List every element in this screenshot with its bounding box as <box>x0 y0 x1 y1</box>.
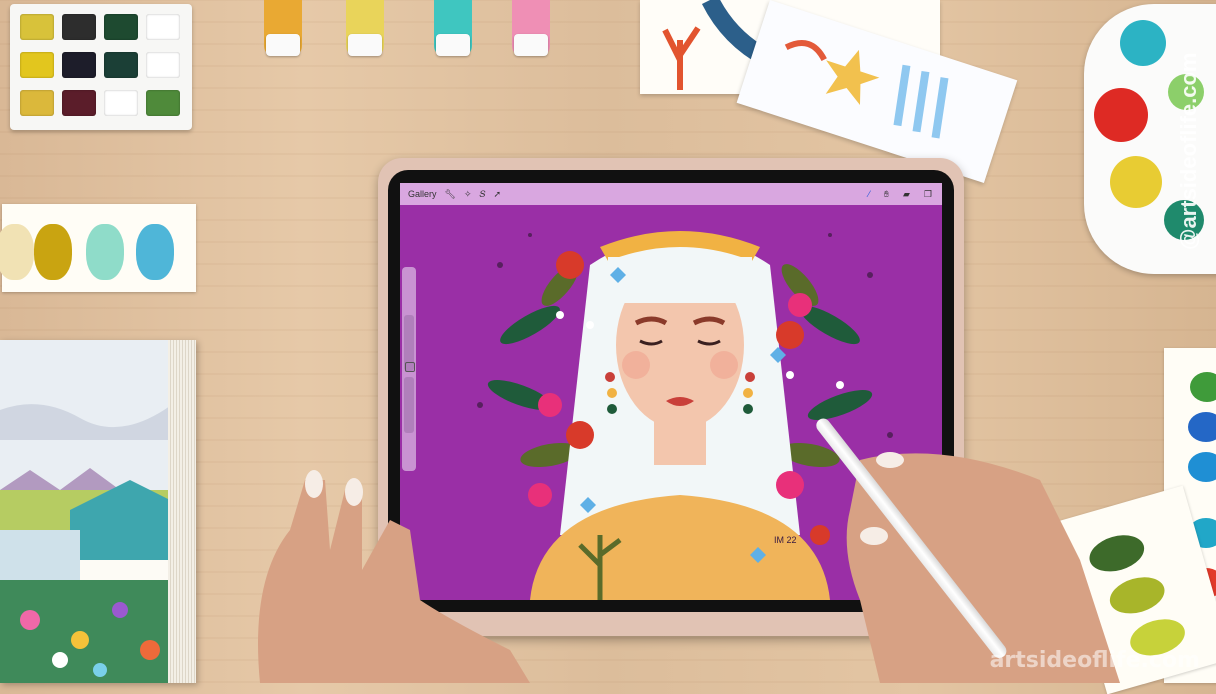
modify-button[interactable] <box>405 362 415 372</box>
procreate-sidebar <box>402 267 416 471</box>
brush-icon[interactable]: ⁄ <box>868 189 870 200</box>
paint-well <box>104 52 138 78</box>
paint-well <box>62 52 96 78</box>
wrench-icon[interactable]: 🔧︎ <box>445 189 456 200</box>
paint-well <box>20 52 54 78</box>
layers-icon[interactable]: ❐ <box>924 189 932 200</box>
left-hand <box>258 470 530 683</box>
paint-well <box>104 90 138 116</box>
paint-well <box>146 52 180 78</box>
paint-well <box>104 14 138 40</box>
magic-wand-icon[interactable]: ✧ <box>464 189 472 200</box>
watercolor-pan-tray <box>10 4 192 130</box>
vertical-watermark: @artsideoflife.com <box>1176 52 1201 251</box>
bottom-watermark: artsideoflife.com <box>989 648 1200 673</box>
paint-tube-yellow <box>346 0 384 56</box>
opacity-slider[interactable] <box>404 377 414 433</box>
swatch-card <box>0 204 196 292</box>
paint-well <box>62 14 96 40</box>
selection-icon[interactable]: 𝑆 <box>480 189 486 200</box>
paint-tube-pink <box>512 0 550 56</box>
paint-well <box>20 90 54 116</box>
paint-tube-orange <box>264 0 302 56</box>
transform-icon[interactable]: ➚ <box>494 189 502 200</box>
procreate-toolbar: Gallery 🔧︎ ✧ 𝑆 ➚ ⁄ ✋︎ ▰ ❐ <box>400 183 942 205</box>
canvas-signature: IM 22 <box>774 535 797 545</box>
paint-well <box>62 90 96 116</box>
gallery-button[interactable]: Gallery <box>408 189 437 199</box>
sketchbook-landscape <box>0 340 196 683</box>
paint-tube-teal <box>434 0 472 56</box>
landscape-painting <box>0 340 170 683</box>
smudge-icon[interactable]: ✋︎ <box>884 189 889 200</box>
paint-well <box>146 90 180 116</box>
paint-well <box>20 14 54 40</box>
paint-well <box>146 14 180 40</box>
eraser-icon[interactable]: ▰ <box>903 189 910 200</box>
